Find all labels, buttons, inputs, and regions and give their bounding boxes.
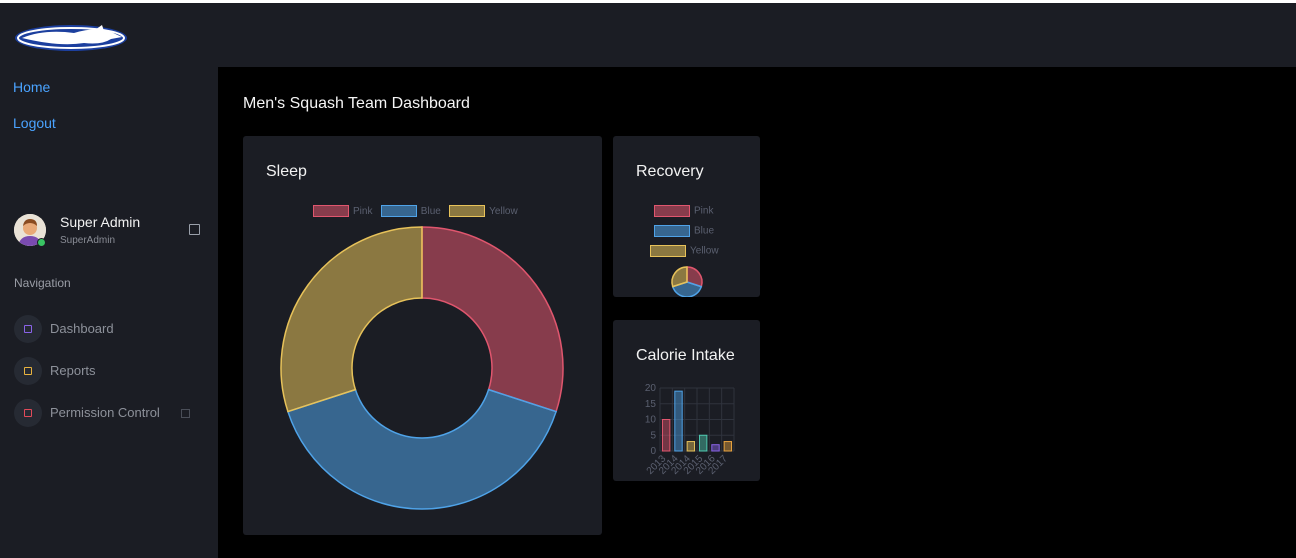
user-role: SuperAdmin — [60, 235, 116, 246]
nav-item-dashboard[interactable]: Dashboard — [14, 315, 214, 343]
recovery-card: Recovery Pink Blue Yellow — [613, 136, 760, 297]
bar[interactable] — [711, 444, 720, 452]
nav-heading: Navigation — [14, 276, 71, 290]
square-icon — [14, 399, 42, 427]
y-tick-label: 5 — [650, 430, 656, 441]
top-bar — [0, 0, 1296, 67]
nav-item-reports[interactable]: Reports — [14, 357, 214, 385]
online-status-dot — [37, 238, 46, 247]
square-icon — [14, 357, 42, 385]
user-profile: Super Admin SuperAdmin — [14, 214, 204, 254]
slice-pink[interactable] — [421, 226, 564, 413]
page-title: Men's Squash Team Dashboard — [243, 95, 470, 112]
sleep-doughnut-chart — [280, 226, 564, 510]
bar[interactable] — [698, 434, 708, 452]
slice-yellow[interactable] — [280, 226, 423, 413]
nav-item-permission-control[interactable]: Permission Control — [14, 399, 214, 427]
nav-item-label: Permission Control — [50, 405, 160, 420]
home-link[interactable]: Home — [13, 79, 50, 95]
user-menu-toggle[interactable] — [189, 224, 200, 235]
nav-item-label: Dashboard — [50, 321, 114, 336]
y-tick-label: 20 — [645, 383, 657, 394]
bar[interactable] — [661, 419, 671, 452]
square-icon — [14, 315, 42, 343]
expand-icon[interactable] — [181, 409, 190, 418]
sleep-card: Sleep Pink Blue Yellow — [243, 136, 602, 535]
nav-item-label: Reports — [50, 363, 96, 378]
recovery-pie-chart — [671, 266, 703, 297]
y-tick-label: 15 — [645, 399, 657, 410]
logout-link[interactable]: Logout — [13, 115, 56, 131]
user-name: Super Admin — [60, 214, 141, 230]
calorie-bar-chart: 20151050201320142014201520162017 — [645, 383, 735, 477]
horse-logo-icon[interactable] — [14, 21, 130, 53]
calorie-card: Calorie Intake 20 15 10 5 0 2013 2014 2014 2015 2… — [613, 320, 760, 481]
slice-blue[interactable] — [286, 388, 558, 510]
sidebar: Home Logout Super Admin SuperAdmin Navig… — [0, 67, 218, 558]
bar[interactable] — [686, 441, 696, 452]
bar[interactable] — [723, 441, 733, 452]
y-tick-label: 0 — [650, 446, 656, 457]
bar[interactable] — [674, 390, 683, 452]
y-tick-label: 10 — [645, 415, 657, 426]
